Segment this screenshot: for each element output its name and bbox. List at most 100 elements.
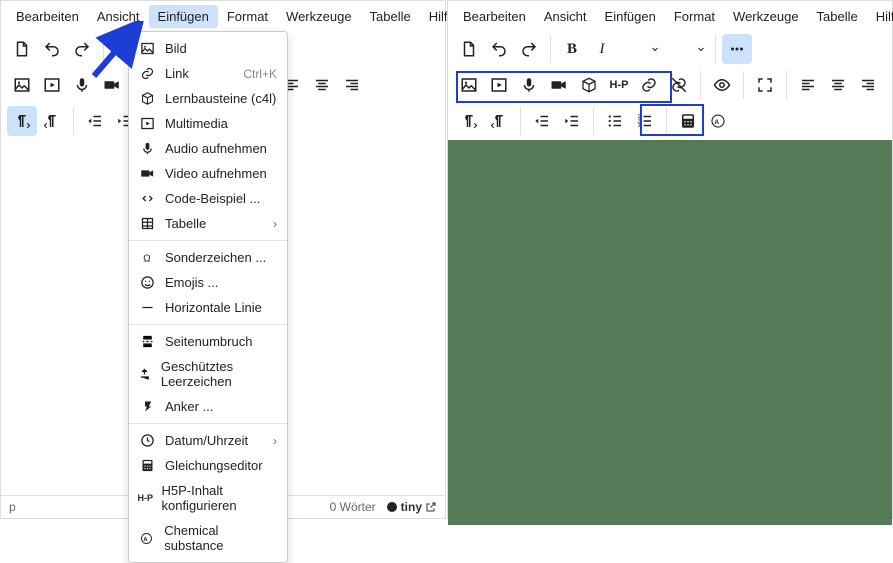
- menu-item-anker-[interactable]: Anker ...: [129, 394, 287, 419]
- menu-item-bearbeiten[interactable]: Bearbeiten: [454, 5, 535, 28]
- equation-button[interactable]: [673, 106, 703, 136]
- bullet-list-button[interactable]: [600, 106, 630, 136]
- undo-button[interactable]: [484, 34, 514, 64]
- highlight-button[interactable]: [663, 34, 693, 64]
- menu-item-chemical-substance[interactable]: Chemical substance: [129, 518, 287, 558]
- chevron-down-button[interactable]: [647, 34, 663, 64]
- link-icon: [137, 66, 157, 81]
- image-button[interactable]: [454, 70, 484, 100]
- chem-icon: [137, 531, 156, 546]
- editor-surface[interactable]: [448, 140, 892, 525]
- redo-icon: [520, 40, 538, 58]
- media-play-button[interactable]: [37, 70, 67, 100]
- word-count[interactable]: 0 Wörter: [330, 500, 376, 514]
- image-button[interactable]: [7, 70, 37, 100]
- menu-item-einfügen[interactable]: Einfügen: [149, 5, 218, 28]
- more-icon: [728, 40, 746, 58]
- videocam-button[interactable]: [544, 70, 574, 100]
- align-right-button[interactable]: [337, 70, 367, 100]
- menu-item-bild[interactable]: Bild: [129, 36, 287, 61]
- element-path[interactable]: p: [9, 500, 16, 514]
- menu-item-gesch-tztes-leerzeichen[interactable]: Geschütztes Leerzeichen: [129, 354, 287, 394]
- menu-item-code-beispiel-[interactable]: Code-Beispiel ...: [129, 186, 287, 211]
- italic-button[interactable]: I: [587, 34, 617, 64]
- document-button[interactable]: [7, 34, 37, 64]
- anchor-icon: [137, 399, 157, 414]
- unlink-button[interactable]: [664, 70, 694, 100]
- link-icon: [640, 76, 658, 94]
- align-right-button[interactable]: [853, 70, 883, 100]
- videocam-button[interactable]: [97, 70, 127, 100]
- number-list-button[interactable]: [630, 106, 660, 136]
- fullscreen-button[interactable]: [750, 70, 780, 100]
- menu-item-horizontale-linie[interactable]: Horizontale Linie: [129, 295, 287, 320]
- menu-item-werkzeuge[interactable]: Werkzeuge: [724, 5, 808, 28]
- redo-button[interactable]: [67, 34, 97, 64]
- image-icon: [137, 41, 157, 56]
- editor-panel-right: BearbeitenAnsichtEinfügenFormatWerkzeuge…: [447, 0, 893, 519]
- outdent-icon: [533, 112, 551, 130]
- indent-button[interactable]: [557, 106, 587, 136]
- rtl-button[interactable]: [484, 106, 514, 136]
- align-center-button[interactable]: [307, 70, 337, 100]
- align-center-button[interactable]: [823, 70, 853, 100]
- media-play-icon: [43, 76, 61, 94]
- menu-item-video-aufnehmen[interactable]: Video aufnehmen: [129, 161, 287, 186]
- menu-item-label: Link: [165, 66, 189, 81]
- mic-icon: [137, 141, 157, 156]
- menu-item-ansicht[interactable]: Ansicht: [535, 5, 596, 28]
- media-play-icon: [490, 76, 508, 94]
- menu-item-label: Bild: [165, 41, 187, 56]
- menu-item-label: Video aufnehmen: [165, 166, 267, 181]
- menu-item-werkzeuge[interactable]: Werkzeuge: [277, 5, 361, 28]
- menu-item-hilfe[interactable]: Hilfe: [867, 5, 893, 28]
- menu-item-lernbausteine-c4l-[interactable]: Lernbausteine (c4l): [129, 86, 287, 111]
- chevron-down-icon: [649, 43, 661, 55]
- textcolor-button[interactable]: [617, 34, 647, 64]
- menu-item-audio-aufnehmen[interactable]: Audio aufnehmen: [129, 136, 287, 161]
- menu-item-label: Sonderzeichen ...: [165, 250, 266, 265]
- outdent-button[interactable]: [527, 106, 557, 136]
- menu-item-bearbeiten[interactable]: Bearbeiten: [7, 5, 88, 28]
- tiny-brand[interactable]: tiny: [386, 500, 437, 514]
- rtl-button[interactable]: [37, 106, 67, 136]
- link-button[interactable]: [634, 70, 664, 100]
- package-button[interactable]: [574, 70, 604, 100]
- ltr-button[interactable]: [7, 106, 37, 136]
- more-button[interactable]: [722, 34, 752, 64]
- menu-item-datum-uhrzeit[interactable]: Datum/Uhrzeit›: [129, 428, 287, 453]
- redo-icon: [73, 40, 91, 58]
- menu-item-einfügen[interactable]: Einfügen: [596, 5, 665, 28]
- mic-button[interactable]: [67, 70, 97, 100]
- menu-item-tabelle[interactable]: Tabelle: [361, 5, 420, 28]
- h5p-button[interactable]: H-P: [604, 70, 634, 100]
- menu-item-gleichungseditor[interactable]: Gleichungseditor: [129, 453, 287, 478]
- emoji-icon: [137, 275, 157, 290]
- ltr-button[interactable]: [454, 106, 484, 136]
- menu-item-h5p-inhalt-konfigurieren[interactable]: H-PH5P-Inhalt konfigurieren: [129, 478, 287, 518]
- outdent-button[interactable]: [80, 106, 110, 136]
- menu-item-label: Geschütztes Leerzeichen: [161, 359, 277, 389]
- redo-button[interactable]: [514, 34, 544, 64]
- menu-item-seitenumbruch[interactable]: Seitenumbruch: [129, 329, 287, 354]
- bold-button[interactable]: B: [557, 34, 587, 64]
- menu-item-link[interactable]: LinkCtrl+K: [129, 61, 287, 86]
- menu-item-label: H5P-Inhalt konfigurieren: [161, 483, 277, 513]
- menu-item-format[interactable]: Format: [665, 5, 724, 28]
- menu-item-sonderzeichen-[interactable]: Sonderzeichen ...: [129, 245, 287, 270]
- media-play-button[interactable]: [484, 70, 514, 100]
- undo-button[interactable]: [37, 34, 67, 64]
- menu-item-ansicht[interactable]: Ansicht: [88, 5, 149, 28]
- mic-button[interactable]: [514, 70, 544, 100]
- chem-button[interactable]: [703, 106, 733, 136]
- menu-item-tabelle[interactable]: Tabelle: [808, 5, 867, 28]
- chevron-down-button[interactable]: [693, 34, 709, 64]
- indent-icon: [563, 112, 581, 130]
- document-button[interactable]: [454, 34, 484, 64]
- preview-button[interactable]: [707, 70, 737, 100]
- align-left-button[interactable]: [793, 70, 823, 100]
- menu-item-multimedia[interactable]: Multimedia: [129, 111, 287, 136]
- menu-item-tabelle[interactable]: Tabelle›: [129, 211, 287, 236]
- menu-item-format[interactable]: Format: [218, 5, 277, 28]
- menu-item-emojis-[interactable]: Emojis ...: [129, 270, 287, 295]
